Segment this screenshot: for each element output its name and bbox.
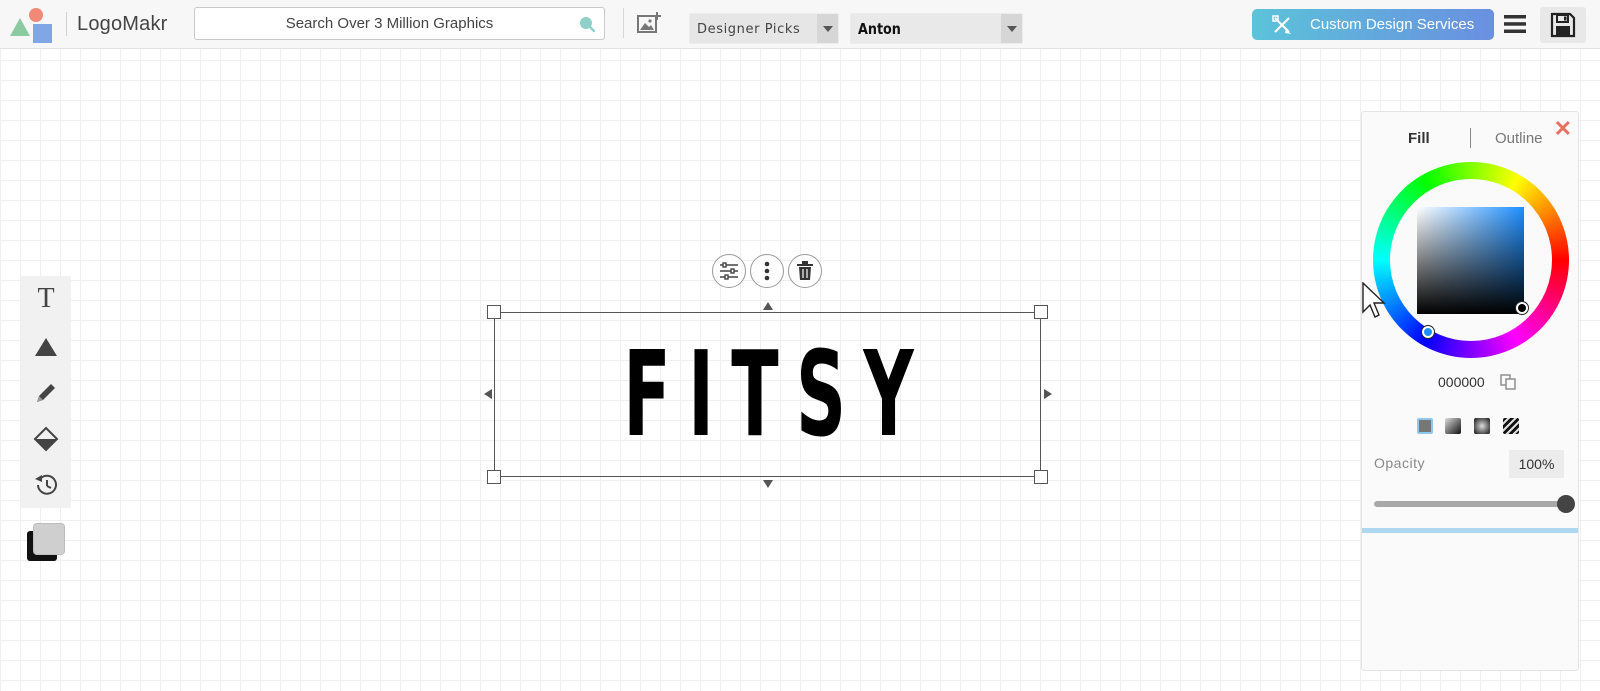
- delete-button[interactable]: [788, 254, 822, 288]
- cta-label: Custom Design Services: [1310, 16, 1475, 33]
- opacity-input[interactable]: 100%: [1509, 450, 1564, 478]
- save-button[interactable]: [1540, 7, 1586, 43]
- fill-color-swatch[interactable]: [33, 523, 65, 555]
- hue-picker-handle[interactable]: [1422, 326, 1434, 338]
- close-icon[interactable]: ✕: [1554, 116, 1572, 142]
- brand-divider: [66, 12, 67, 36]
- mouse-cursor-icon: [1362, 282, 1386, 318]
- toolbar-divider: [623, 8, 624, 38]
- font-select-value: Anton: [858, 20, 901, 38]
- category-select[interactable]: Designer Picks: [689, 13, 839, 44]
- search-input[interactable]: [195, 8, 604, 39]
- tab-fill[interactable]: Fill: [1408, 130, 1430, 147]
- resize-handle-top[interactable]: [763, 302, 773, 310]
- more-options-button[interactable]: [750, 254, 784, 288]
- brand-name[interactable]: LogoMakr: [77, 13, 168, 36]
- custom-design-services-button[interactable]: Custom Design Services: [1252, 9, 1494, 40]
- search-icon[interactable]: [578, 15, 596, 33]
- tab-outline[interactable]: Outline: [1495, 130, 1543, 147]
- logo-text[interactable]: FITSY: [624, 336, 932, 454]
- draw-tool[interactable]: [33, 380, 59, 406]
- object-toolbar: [712, 254, 824, 290]
- history-icon: [35, 474, 57, 495]
- shape-tool[interactable]: [33, 334, 59, 360]
- resize-handle-top-left[interactable]: [487, 305, 501, 319]
- resize-handle-right[interactable]: [1044, 389, 1052, 399]
- logomakr-logo-icon[interactable]: [8, 5, 56, 45]
- color-panel: ✕ Fill Outline 000000 Opacity 100%: [1361, 111, 1579, 671]
- resize-handle-bottom[interactable]: [763, 480, 773, 488]
- opacity-slider[interactable]: [1374, 501, 1564, 507]
- panel-accent-strip: [1362, 528, 1578, 533]
- hamburger-menu-icon[interactable]: [1504, 14, 1526, 34]
- opacity-slider-thumb[interactable]: [1557, 495, 1575, 513]
- radial-gradient-option[interactable]: [1474, 418, 1490, 434]
- paint-bucket-icon: [33, 426, 59, 452]
- sliders-icon: [720, 262, 738, 280]
- tab-divider: [1470, 128, 1471, 148]
- design-tools-icon: [1272, 15, 1291, 34]
- chevron-down-icon[interactable]: [817, 14, 838, 43]
- color-picker-handle[interactable]: [1516, 302, 1528, 314]
- font-select[interactable]: Anton: [850, 13, 1023, 44]
- copy-icon[interactable]: [1500, 374, 1516, 390]
- tool-palette: T: [21, 276, 71, 508]
- color-swatch[interactable]: [27, 523, 67, 563]
- trash-icon: [797, 261, 813, 280]
- pencil-icon: [37, 384, 55, 402]
- triangle-icon: [35, 338, 57, 356]
- chevron-down-icon[interactable]: [1001, 14, 1022, 43]
- solid-fill-option[interactable]: [1417, 418, 1433, 434]
- top-bar: LogoMakr Designer Picks Anton Custom Des…: [0, 0, 1600, 49]
- search-box[interactable]: [194, 7, 605, 40]
- opacity-label: Opacity: [1374, 455, 1425, 471]
- resize-handle-top-right[interactable]: [1034, 305, 1048, 319]
- pattern-fill-option[interactable]: [1503, 418, 1519, 434]
- floppy-disk-icon: [1550, 12, 1576, 38]
- text-object[interactable]: FITSY: [494, 312, 1041, 477]
- saturation-value-picker[interactable]: [1417, 207, 1524, 314]
- history-tool[interactable]: [33, 472, 59, 498]
- resize-handle-bottom-left[interactable]: [487, 470, 501, 484]
- resize-handle-left[interactable]: [484, 389, 492, 399]
- linear-gradient-option[interactable]: [1445, 418, 1461, 434]
- more-vertical-icon: [764, 261, 770, 281]
- category-select-value: Designer Picks: [697, 22, 801, 37]
- add-image-icon[interactable]: [637, 12, 661, 34]
- resize-handle-bottom-right[interactable]: [1034, 470, 1048, 484]
- adjust-button[interactable]: [712, 254, 746, 288]
- text-tool[interactable]: T: [33, 283, 59, 314]
- fill-tool[interactable]: [33, 426, 59, 452]
- hex-value[interactable]: 000000: [1438, 374, 1485, 390]
